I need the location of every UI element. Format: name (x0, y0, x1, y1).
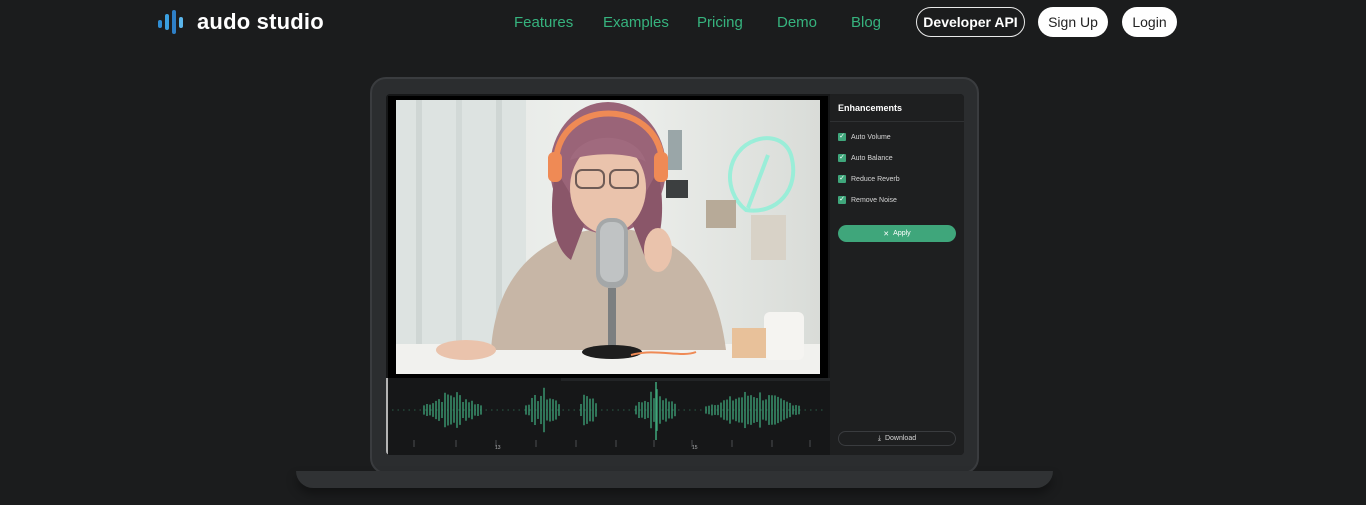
brand-name: audo studio (197, 9, 324, 34)
checkbox-checked-icon[interactable]: ✓ (838, 175, 846, 183)
option-label: Remove Noise (851, 196, 897, 204)
logo-mark-icon (158, 10, 183, 34)
checkbox-checked-icon[interactable]: ✓ (838, 133, 846, 141)
option-label: Auto Balance (851, 154, 893, 162)
checkbox-checked-icon[interactable]: ✓ (838, 154, 846, 162)
editor-screen: 13 15 Enhancements ✓ Auto Volume ✓ Auto … (386, 94, 964, 455)
login-button[interactable]: Login (1122, 7, 1177, 37)
timeline-label-13: 13 (495, 445, 501, 451)
option-auto-balance[interactable]: ✓ Auto Balance (838, 154, 893, 162)
brand-logo[interactable]: audo studio (157, 8, 324, 36)
nav-link-blog[interactable]: Blog (851, 14, 881, 31)
podcaster-photo (396, 100, 820, 374)
option-reduce-reverb[interactable]: ✓ Reduce Reverb (838, 175, 900, 183)
panel-divider (830, 121, 964, 122)
option-remove-noise[interactable]: ✓ Remove Noise (838, 196, 897, 204)
option-label: Auto Volume (851, 133, 891, 141)
video-preview (388, 96, 828, 378)
sign-up-button[interactable]: Sign Up (1038, 7, 1108, 37)
podcaster-illustration (396, 100, 820, 374)
option-auto-volume[interactable]: ✓ Auto Volume (838, 133, 891, 141)
nav-link-examples[interactable]: Examples (603, 14, 669, 31)
nav-link-pricing[interactable]: Pricing (697, 14, 743, 31)
apply-label: Apply (893, 230, 911, 237)
checkbox-checked-icon[interactable]: ✓ (838, 196, 846, 204)
enhancements-panel: Enhancements ✓ Auto Volume ✓ Auto Balanc… (830, 94, 964, 455)
apply-button[interactable]: ✕ Apply (838, 225, 956, 242)
download-label: Download (884, 435, 917, 442)
developer-api-button[interactable]: Developer API (916, 7, 1025, 37)
panel-title: Enhancements (838, 103, 903, 113)
nav-link-features[interactable]: Features (514, 14, 573, 31)
magic-wand-icon: ✕ (883, 230, 890, 238)
timeline-label-15: 15 (692, 445, 698, 451)
audio-waveform[interactable]: 13 15 (386, 378, 830, 455)
option-label: Reduce Reverb (851, 175, 900, 183)
laptop-base (296, 471, 1053, 488)
nav-link-demo[interactable]: Demo (777, 14, 817, 31)
download-icon: ⤓ (877, 434, 881, 442)
download-button[interactable]: ⤓ Download (838, 431, 956, 446)
